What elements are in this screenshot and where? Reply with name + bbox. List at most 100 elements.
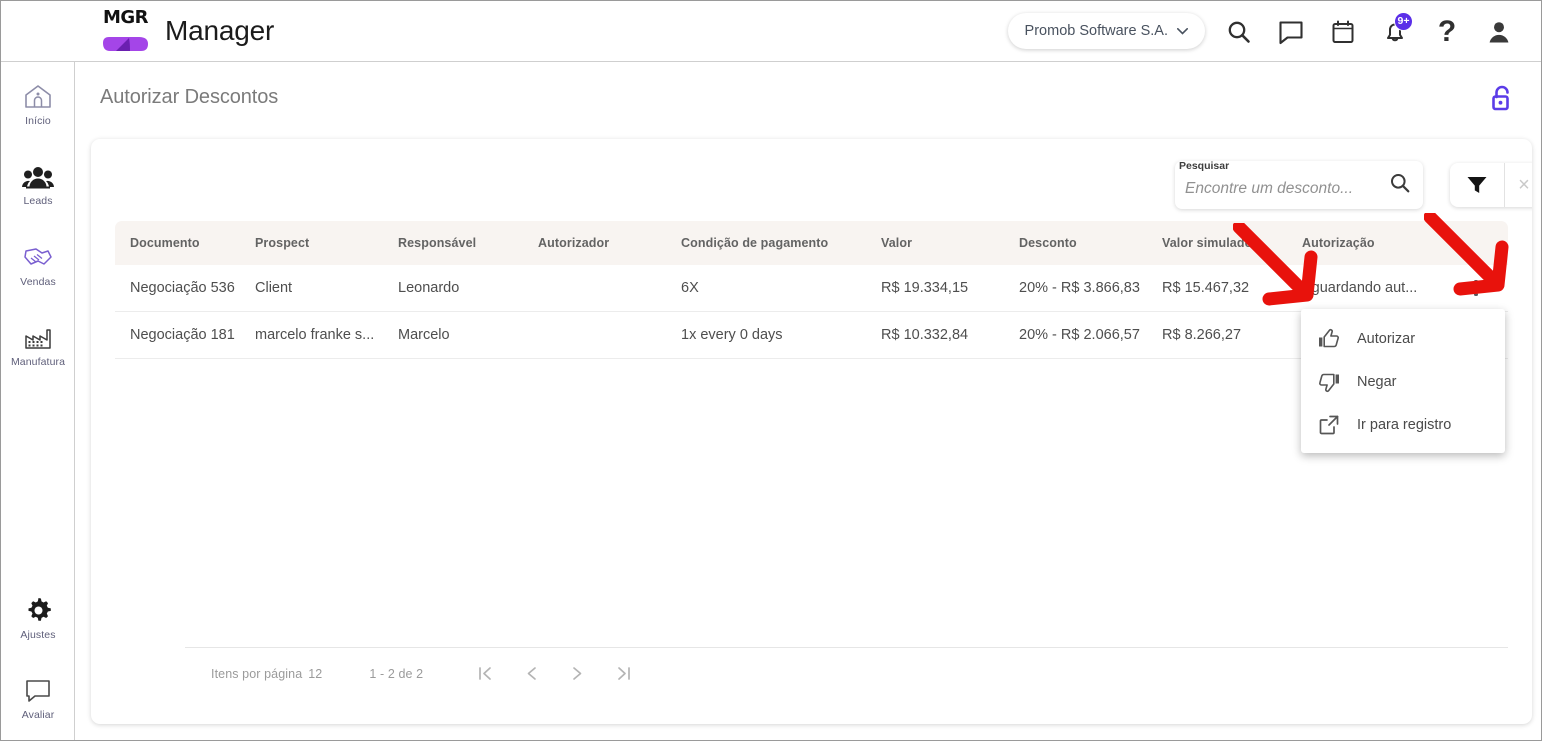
external-link-icon	[1318, 414, 1340, 436]
search-icon[interactable]	[1213, 6, 1265, 58]
filter-button-group: ×	[1450, 163, 1532, 207]
cell-valor: R$ 10.332,84	[881, 327, 969, 343]
logo-swoosh-icon	[103, 37, 148, 51]
sidebar-item-label: Manufatura	[10, 356, 66, 368]
kebab-dot	[1474, 279, 1478, 284]
column-header-valor-simulado: Valor simulado	[1162, 236, 1253, 250]
menu-item-label: Ir para registro	[1357, 416, 1452, 433]
column-header-condicao: Condição de pagamento	[681, 236, 829, 250]
menu-item-autorizar[interactable]: Autorizar	[1301, 317, 1505, 360]
header-icon-group: 9+ ?	[1213, 1, 1525, 62]
column-header-documento: Documento	[130, 236, 200, 250]
cell-documento: Negociação 181	[130, 327, 235, 343]
notification-badge: 9+	[1394, 11, 1413, 31]
table-header-row: Documento Prospect Responsável Autorizad…	[115, 221, 1508, 265]
paginator-range: 1 - 2 de 2	[369, 666, 424, 681]
company-selector[interactable]: Promob Software S.A.	[1007, 13, 1205, 49]
paginator: Itens por página 12 1 - 2 de 2	[185, 647, 1508, 699]
items-per-page-label: Itens por página	[211, 666, 303, 681]
thumbs-up-icon	[1318, 328, 1340, 350]
sidebar-item-label: Avaliar	[21, 709, 55, 721]
menu-item-ir-para-registro[interactable]: Ir para registro	[1301, 403, 1505, 446]
mgr-logo-icon: MGR	[100, 5, 151, 56]
company-selector-label: Promob Software S.A.	[1024, 23, 1168, 39]
page-title: Autorizar Descontos	[100, 86, 279, 108]
column-header-prospect: Prospect	[255, 236, 310, 250]
feedback-icon	[23, 676, 53, 704]
row-actions-cell	[1452, 275, 1508, 301]
table-row[interactable]: Negociação 181 marcelo franke s... Marce…	[115, 312, 1508, 359]
cell-valor-simulado: R$ 8.266,27	[1162, 327, 1242, 343]
thumbs-down-icon	[1318, 371, 1340, 393]
top-header-bar: MGR Manager Promob Software S.A. 9+ ?	[1, 1, 1541, 62]
table-row[interactable]: Negociação 536 Client Leonardo 6X R$ 19.…	[115, 265, 1508, 312]
cell-desconto: 20% - R$ 2.066,57	[1019, 327, 1140, 343]
cell-valor-simulado: R$ 15.467,32	[1162, 280, 1250, 296]
sidebar-item-label: Início	[25, 115, 51, 127]
cell-responsavel: Marcelo	[398, 327, 450, 343]
search-input[interactable]	[1185, 172, 1389, 198]
help-glyph: ?	[1437, 14, 1457, 48]
cell-responsavel: Leonardo	[398, 280, 460, 296]
bell-icon[interactable]: 9+	[1369, 6, 1421, 58]
sidebar-item-ajustes[interactable]: Ajustes	[1, 596, 75, 641]
logo-text: MGR	[102, 7, 149, 28]
prev-page-icon[interactable]	[513, 656, 549, 692]
search-submit-icon[interactable]	[1389, 172, 1411, 199]
user-avatar-icon[interactable]	[1473, 6, 1525, 58]
funnel-icon[interactable]	[1450, 163, 1505, 207]
sidebar-item-vendas[interactable]: Vendas	[1, 243, 75, 288]
row-menu-button[interactable]	[1463, 275, 1489, 301]
sidebar-item-label: Ajustes	[20, 629, 56, 641]
chat-icon[interactable]	[1265, 6, 1317, 58]
cell-prospect: marcelo franke s...	[255, 327, 375, 343]
cell-condicao: 6X	[681, 280, 699, 296]
unlock-icon[interactable]	[1488, 84, 1516, 114]
column-header-responsavel: Responsável	[398, 236, 477, 250]
cell-condicao: 1x every 0 days	[681, 327, 783, 343]
factory-icon	[23, 323, 53, 351]
sidebar-item-label: Leads	[23, 195, 53, 207]
card-toolbar: Pesquisar ×	[91, 139, 1532, 221]
sidebar-item-leads[interactable]: Leads	[1, 162, 75, 207]
kebab-dot	[1474, 286, 1478, 290]
left-sidebar: Início Leads Vendas Manufatura Ajustes A…	[1, 62, 75, 740]
sidebar-item-avaliar[interactable]: Avaliar	[1, 676, 75, 721]
row-context-menu: Autorizar Negar Ir para registro	[1301, 309, 1505, 453]
last-page-icon[interactable]	[605, 656, 641, 692]
help-icon[interactable]: ?	[1421, 6, 1473, 58]
chevron-down-icon	[1177, 27, 1188, 35]
column-header-valor: Valor	[881, 236, 913, 250]
next-page-icon[interactable]	[559, 656, 595, 692]
menu-item-negar[interactable]: Negar	[1301, 360, 1505, 403]
gear-icon	[25, 596, 52, 624]
kebab-dot	[1474, 292, 1478, 297]
handshake-icon	[22, 243, 54, 271]
cell-desconto: 20% - R$ 3.866,83	[1019, 280, 1140, 296]
menu-item-label: Autorizar	[1357, 330, 1416, 347]
column-header-autorizacao: Autorização	[1302, 236, 1375, 250]
application-window: MGR Manager Promob Software S.A. 9+ ? In…	[0, 0, 1542, 741]
discounts-table: Documento Prospect Responsável Autorizad…	[115, 221, 1508, 359]
page-header: Autorizar Descontos	[75, 62, 1541, 139]
brand-title: Manager	[165, 14, 275, 46]
sidebar-item-manufatura[interactable]: Manufatura	[1, 323, 75, 368]
sidebar-item-inicio[interactable]: Início	[1, 82, 75, 127]
column-header-autorizador: Autorizador	[538, 236, 610, 250]
first-page-icon[interactable]	[467, 656, 503, 692]
menu-item-label: Negar	[1357, 373, 1397, 390]
home-icon	[23, 82, 53, 110]
cell-prospect: Client	[255, 280, 293, 296]
sidebar-item-label: Vendas	[20, 276, 56, 288]
column-header-desconto: Desconto	[1019, 236, 1077, 250]
brand[interactable]: MGR Manager	[100, 5, 274, 56]
people-icon	[22, 162, 54, 190]
items-per-page-value[interactable]: 12	[308, 667, 322, 681]
paginator-buttons	[467, 656, 641, 692]
clear-filter-icon[interactable]: ×	[1505, 163, 1532, 207]
cell-autorizacao: Aguardando aut...	[1302, 280, 1418, 296]
search-field-label: Pesquisar	[1179, 160, 1230, 172]
calendar-icon[interactable]	[1317, 6, 1369, 58]
cell-valor: R$ 19.334,15	[881, 280, 969, 296]
cell-documento: Negociação 536	[130, 280, 235, 296]
